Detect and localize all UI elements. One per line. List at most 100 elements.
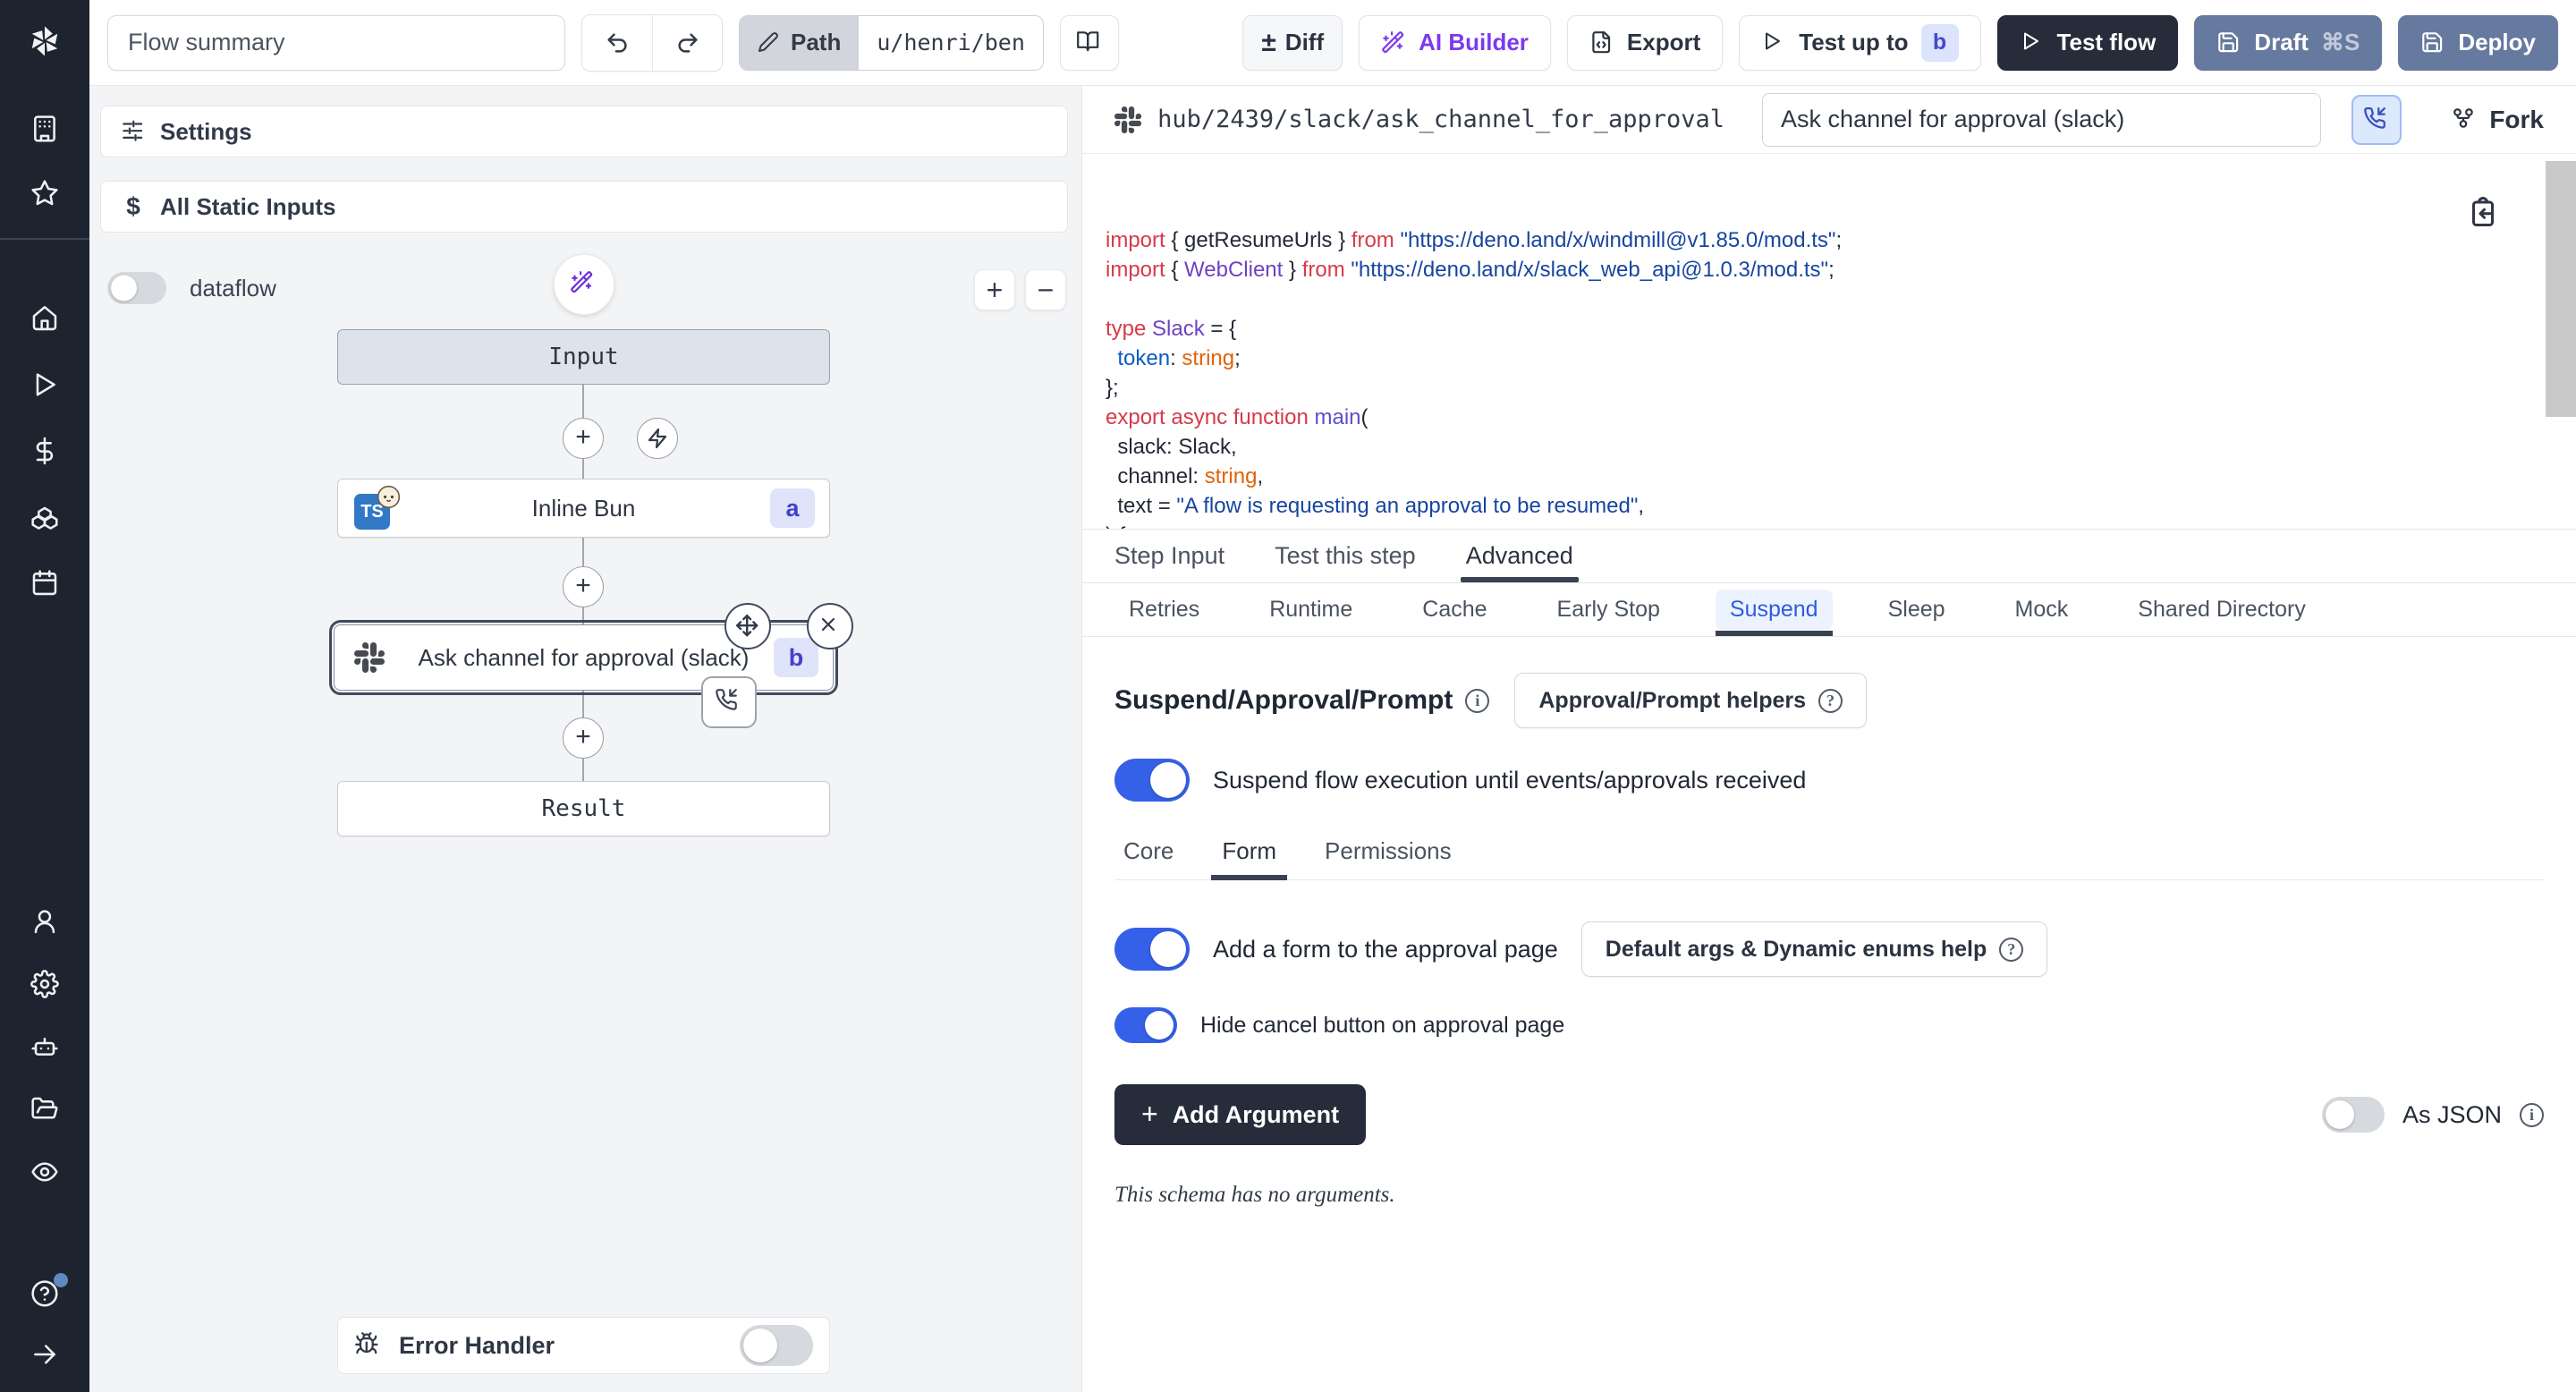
- subtab-cache[interactable]: Cache: [1408, 583, 1501, 636]
- nav-favorites[interactable]: [0, 179, 89, 208]
- left-nav-rail: [0, 0, 89, 1392]
- magic-wand-icon: [570, 270, 598, 299]
- pencil-icon: [758, 31, 780, 54]
- insert-step-button-1[interactable]: +: [563, 418, 604, 459]
- test-flow-button[interactable]: Test flow: [1997, 15, 2179, 71]
- nav-workers[interactable]: [0, 1032, 89, 1061]
- subtab-permissions[interactable]: Permissions: [1325, 837, 1452, 879]
- node-input-label: Input: [338, 344, 829, 370]
- subtab-runtime[interactable]: Runtime: [1255, 583, 1367, 636]
- undo-redo-group: [581, 14, 723, 72]
- node-input[interactable]: Input: [337, 329, 830, 385]
- path-label: Path: [791, 29, 841, 56]
- plus-icon: +: [575, 573, 591, 599]
- nav-users[interactable]: [0, 907, 89, 936]
- add-argument-label: Add Argument: [1173, 1101, 1339, 1129]
- flow-path-control[interactable]: Path u/henri/ben: [739, 15, 1044, 71]
- insert-step-button-2[interactable]: +: [563, 566, 604, 607]
- copy-code-icon[interactable]: [2467, 197, 2499, 229]
- add-form-toggle[interactable]: [1114, 928, 1190, 971]
- hide-cancel-label: Hide cancel button on approval page: [1200, 1013, 1564, 1039]
- tab-advanced[interactable]: Advanced: [1466, 530, 1573, 582]
- as-json-toggle[interactable]: [2322, 1097, 2385, 1133]
- test-up-to-button[interactable]: Test up to b: [1739, 15, 1980, 71]
- suspend-indicator-button[interactable]: [2351, 95, 2402, 145]
- code-scrollbar-thumb[interactable]: [2546, 161, 2576, 417]
- move-node-button[interactable]: [724, 603, 771, 649]
- diff-button[interactable]: ±Diff: [1242, 15, 1343, 71]
- subtab-core[interactable]: Core: [1123, 837, 1174, 879]
- flow-summary-input[interactable]: [107, 15, 565, 71]
- building-icon: [30, 115, 59, 143]
- nav-folders[interactable]: [0, 1095, 89, 1124]
- toggle-knob: [1150, 762, 1186, 798]
- nav-workspace[interactable]: [0, 115, 89, 143]
- step-name-input[interactable]: [1762, 93, 2321, 147]
- subtab-retries[interactable]: Retries: [1114, 583, 1214, 636]
- tab-step-input[interactable]: Step Input: [1114, 530, 1224, 582]
- suspend-section-title: Suspend/Approval/Prompt i: [1114, 685, 1489, 716]
- ai-builder-button[interactable]: AI Builder: [1359, 15, 1551, 71]
- subtab-sleep[interactable]: Sleep: [1874, 583, 1960, 636]
- node-result[interactable]: Result: [337, 781, 830, 836]
- docs-button[interactable]: [1060, 15, 1119, 71]
- error-handler-toggle[interactable]: [740, 1325, 813, 1366]
- info-icon[interactable]: i: [2520, 1103, 2544, 1127]
- subtab-early-stop[interactable]: Early Stop: [1543, 583, 1674, 636]
- deploy-button[interactable]: Deploy: [2398, 15, 2558, 71]
- nav-runs[interactable]: [0, 370, 89, 399]
- file-export-icon: [1589, 30, 1614, 55]
- nav-resources[interactable]: [0, 503, 89, 531]
- help-notification-dot: [54, 1273, 68, 1287]
- all-static-inputs-button[interactable]: $ All Static Inputs: [100, 181, 1068, 233]
- zap-icon: [647, 428, 668, 449]
- flow-settings-button[interactable]: Settings: [100, 106, 1068, 157]
- suspend-flow-toggle-label: Suspend flow execution until events/appr…: [1213, 767, 1806, 794]
- nav-expand-sidebar[interactable]: [0, 1340, 89, 1369]
- subtab-shared-directory[interactable]: Shared Directory: [2123, 583, 2320, 636]
- zoom-in-button[interactable]: +: [974, 269, 1015, 310]
- step-tabs: Step Input Test this step Advanced: [1082, 530, 2576, 583]
- windmill-logo[interactable]: [0, 0, 89, 82]
- hide-cancel-toggle[interactable]: [1114, 1007, 1177, 1043]
- tab-test-this-step[interactable]: Test this step: [1275, 530, 1416, 582]
- insert-step-button-3[interactable]: +: [563, 717, 604, 759]
- phone-incoming-icon: [2363, 106, 2390, 133]
- save-draft-button[interactable]: Draft ⌘S: [2194, 15, 2382, 71]
- nav-variables[interactable]: [0, 437, 89, 465]
- fork-button[interactable]: Fork: [2452, 106, 2544, 134]
- dataflow-toggle[interactable]: [107, 272, 166, 304]
- error-handler-card[interactable]: Error Handler: [337, 1317, 830, 1374]
- info-icon[interactable]: i: [1465, 689, 1489, 713]
- suspend-flow-toggle[interactable]: [1114, 759, 1190, 802]
- flow-settings-label: Settings: [160, 118, 252, 146]
- nav-settings[interactable]: [0, 970, 89, 998]
- phone-incoming-icon: [715, 688, 743, 717]
- flow-editor-toolbar: Path u/henri/ben ±Diff AI Builder Export…: [89, 0, 2576, 86]
- nav-schedules[interactable]: [0, 569, 89, 598]
- fork-label: Fork: [2489, 106, 2544, 134]
- approval-prompt-helpers-button[interactable]: Approval/Prompt helpers ?: [1514, 673, 1867, 728]
- export-button[interactable]: Export: [1567, 15, 1723, 71]
- dollar-icon: [30, 437, 59, 465]
- node-inline-bun[interactable]: TS Inline Bun a: [337, 479, 830, 538]
- redo-button[interactable]: [652, 15, 722, 71]
- nav-home[interactable]: [0, 304, 89, 333]
- subtab-suspend[interactable]: Suspend: [1716, 583, 1833, 636]
- delete-node-button[interactable]: [807, 603, 853, 649]
- zoom-out-button[interactable]: −: [1025, 269, 1066, 310]
- trigger-button[interactable]: [637, 418, 678, 459]
- subtab-form[interactable]: Form: [1222, 837, 1276, 879]
- add-argument-button[interactable]: + Add Argument: [1114, 1084, 1366, 1145]
- play-icon: [30, 370, 59, 399]
- user-icon: [30, 907, 59, 936]
- code-editor[interactable]: import { getResumeUrls } from "https://d…: [1082, 154, 2576, 530]
- subtab-mock[interactable]: Mock: [2001, 583, 2083, 636]
- default-args-help-button[interactable]: Default args & Dynamic enums help ?: [1581, 921, 2048, 977]
- draft-shortcut: ⌘S: [2321, 29, 2360, 56]
- ai-flow-wand-button[interactable]: [554, 254, 614, 315]
- undo-button[interactable]: [582, 15, 652, 71]
- nav-audit-logs[interactable]: [0, 1158, 89, 1186]
- nav-help[interactable]: [0, 1279, 89, 1308]
- git-fork-icon: [2452, 106, 2479, 133]
